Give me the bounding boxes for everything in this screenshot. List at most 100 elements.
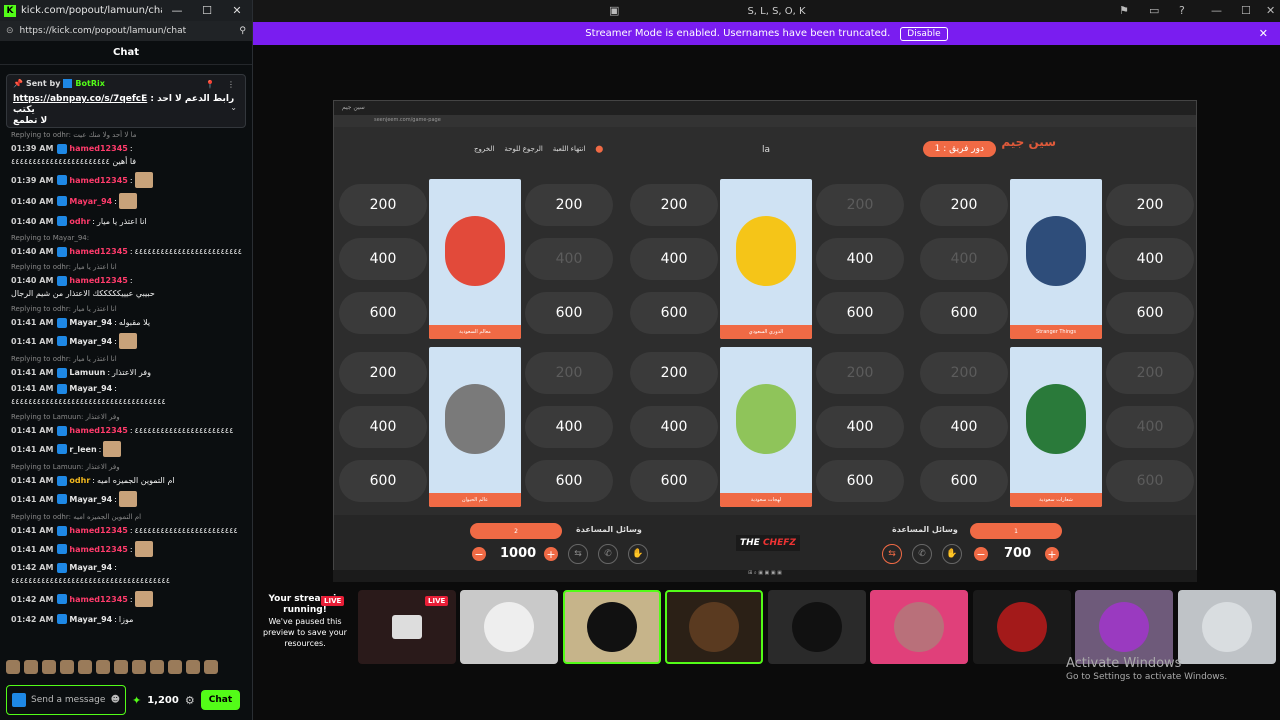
- point-cell[interactable]: 200: [816, 352, 904, 394]
- stream-thumb[interactable]: [1075, 590, 1173, 664]
- username[interactable]: Mayar_94: [69, 614, 112, 625]
- point-cell[interactable]: 200: [920, 352, 1008, 394]
- username[interactable]: Mayar_94: [69, 383, 112, 394]
- point-cell[interactable]: 600: [339, 460, 427, 502]
- point-cell[interactable]: 600: [816, 460, 904, 502]
- pinned-sender[interactable]: BotRix: [75, 79, 104, 88]
- end-game-control[interactable]: انتهاء اللعبة: [553, 145, 586, 153]
- reply-context[interactable]: Replying to odhr: ما لا أحد ولا منك عيت: [11, 130, 245, 141]
- emote-icon[interactable]: [150, 660, 164, 674]
- right-minus-button[interactable]: −: [974, 547, 988, 561]
- emote-icon[interactable]: [96, 660, 110, 674]
- settings-gear-icon[interactable]: ⚙: [185, 694, 195, 707]
- username[interactable]: odhr: [69, 475, 90, 486]
- username[interactable]: Lamuun: [69, 367, 105, 378]
- point-cell[interactable]: 200: [816, 184, 904, 226]
- stream-thumb[interactable]: [1178, 590, 1276, 664]
- right-hand-icon[interactable]: ✋: [942, 544, 962, 564]
- point-cell[interactable]: 600: [630, 292, 718, 334]
- category-card[interactable]: معالم السعودية: [429, 179, 521, 339]
- channel-points[interactable]: 1,200: [147, 695, 179, 706]
- point-cell[interactable]: 600: [525, 460, 613, 502]
- point-cell[interactable]: 400: [630, 406, 718, 448]
- point-cell[interactable]: 400: [1106, 238, 1194, 280]
- flag-icon[interactable]: ⚑: [1119, 4, 1129, 17]
- point-cell[interactable]: 600: [525, 292, 613, 334]
- emote-icon[interactable]: [132, 660, 146, 674]
- username[interactable]: Mayar_94: [69, 196, 112, 207]
- emote-icon[interactable]: [168, 660, 182, 674]
- minimize-button[interactable]: —: [162, 4, 192, 17]
- emoji-icon[interactable]: ☻: [111, 695, 120, 705]
- left-minus-button[interactable]: −: [472, 547, 486, 561]
- minimize-icon[interactable]: —: [1211, 4, 1222, 17]
- emote-icon[interactable]: [114, 660, 128, 674]
- chat-messages[interactable]: Replying to odhr: ما لا أحد ولا منك عيت 0…: [0, 130, 253, 655]
- username[interactable]: r_leen: [69, 444, 96, 455]
- point-cell[interactable]: 600: [920, 460, 1008, 502]
- username[interactable]: odhr: [69, 216, 90, 227]
- emote-icon[interactable]: [78, 660, 92, 674]
- address-bar[interactable]: ⊝ https://kick.com/popout/lamuun/chat ⚲: [0, 21, 252, 41]
- reply-context[interactable]: Replying to Mayar_94:: [11, 233, 245, 244]
- right-plus-button[interactable]: +: [1045, 547, 1059, 561]
- stream-thumb[interactable]: [460, 590, 558, 664]
- send-chat-button[interactable]: Chat: [200, 690, 241, 710]
- permissions-icon[interactable]: ⚲: [239, 26, 246, 36]
- point-cell[interactable]: 600: [630, 460, 718, 502]
- point-cell[interactable]: 400: [630, 238, 718, 280]
- point-cell[interactable]: 400: [339, 406, 427, 448]
- stream-thumb[interactable]: [768, 590, 866, 664]
- username[interactable]: hamed12345: [69, 544, 127, 555]
- username[interactable]: hamed12345: [69, 246, 127, 257]
- username[interactable]: Mayar_94: [69, 562, 112, 573]
- point-cell[interactable]: 400: [339, 238, 427, 280]
- point-cell[interactable]: 600: [816, 292, 904, 334]
- category-card[interactable]: الدوري السعودي: [720, 179, 812, 339]
- point-cell[interactable]: 200: [1106, 352, 1194, 394]
- reply-context[interactable]: Replying to Lamuun: وفر الاعتذار: [11, 412, 245, 423]
- emote-icon[interactable]: [60, 660, 74, 674]
- unpin-icon[interactable]: 📍: [205, 80, 215, 89]
- maximize-button[interactable]: ☐: [192, 4, 222, 17]
- point-cell[interactable]: 600: [920, 292, 1008, 334]
- point-cell[interactable]: 200: [525, 184, 613, 226]
- emote-icon[interactable]: [204, 660, 218, 674]
- stream-thumb[interactable]: [973, 590, 1071, 664]
- maximize-icon[interactable]: ☐: [1241, 4, 1251, 17]
- point-cell[interactable]: 200: [339, 352, 427, 394]
- point-cell[interactable]: 600: [1106, 460, 1194, 502]
- category-card[interactable]: شعارات سعودية: [1010, 347, 1102, 507]
- stream-thumb[interactable]: [870, 590, 968, 664]
- chevron-down-icon[interactable]: ⌄: [230, 103, 237, 112]
- point-cell[interactable]: 400: [525, 238, 613, 280]
- cast-icon[interactable]: ▭: [1149, 4, 1159, 17]
- point-cell[interactable]: 200: [525, 352, 613, 394]
- point-cell[interactable]: 400: [1106, 406, 1194, 448]
- username[interactable]: hamed12345: [69, 594, 127, 605]
- emote-icon[interactable]: [186, 660, 200, 674]
- back-to-board-control[interactable]: الرجوع للوحة: [504, 145, 542, 153]
- reply-context[interactable]: Replying to odhr: ام التموين الجميزه امي…: [11, 512, 245, 523]
- category-card[interactable]: Stranger Things: [1010, 179, 1102, 339]
- emote-icon[interactable]: [24, 660, 38, 674]
- reply-context[interactable]: Replying to odhr: انا اعتذر يا ميار: [11, 262, 245, 273]
- point-cell[interactable]: 400: [920, 406, 1008, 448]
- username[interactable]: hamed12345: [69, 275, 127, 286]
- username[interactable]: Mayar_94: [69, 494, 112, 505]
- close-icon[interactable]: ✕: [1266, 4, 1275, 17]
- username[interactable]: hamed12345: [69, 425, 127, 436]
- point-cell[interactable]: 200: [920, 184, 1008, 226]
- point-cell[interactable]: 200: [339, 184, 427, 226]
- exit-control[interactable]: الخروج: [474, 145, 494, 153]
- stream-thumb-selected-2[interactable]: [665, 590, 763, 664]
- point-cell[interactable]: 400: [525, 406, 613, 448]
- reply-context[interactable]: Replying to odhr: انا اعتذر يا ميار: [11, 354, 245, 365]
- help-icon[interactable]: ?: [1179, 4, 1185, 17]
- reply-context[interactable]: Replying to odhr: انا اعتذر يا ميار: [11, 304, 245, 315]
- right-swap-icon[interactable]: ⇆: [882, 544, 902, 564]
- emote-icon[interactable]: [42, 660, 56, 674]
- point-cell[interactable]: 600: [339, 292, 427, 334]
- point-cell[interactable]: 200: [630, 352, 718, 394]
- stream-thumb-selected[interactable]: [563, 590, 661, 664]
